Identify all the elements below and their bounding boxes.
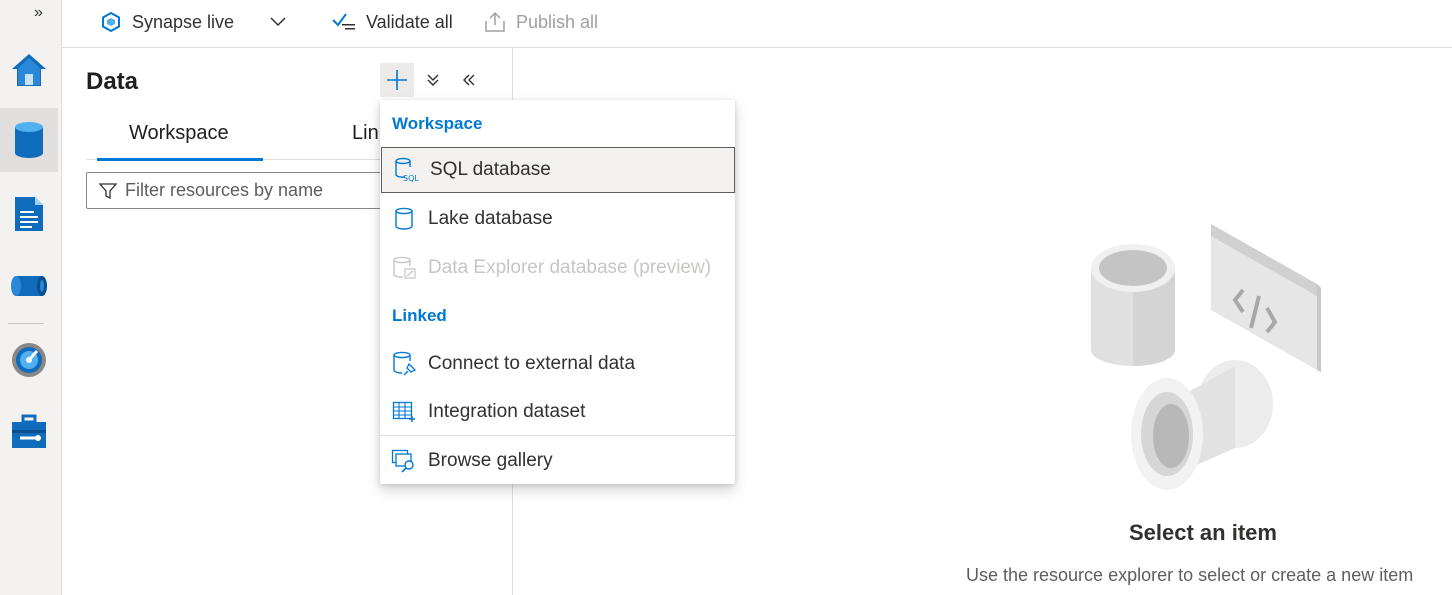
menu-separator [380,435,735,436]
expand-rail-icon[interactable]: » [34,4,52,22]
menu-section-workspace: Workspace [392,114,483,133]
menu-item-label: Integration dataset [428,401,586,422]
menu-item-label: Lake database [428,208,553,229]
synapse-icon [102,11,120,33]
integrate-icon [11,276,47,296]
menu-item-connect-external-data[interactable]: Connect to external data [380,341,735,387]
data-explorer-database-icon [393,256,416,279]
empty-state-title: Select an item [1129,520,1277,545]
validate-all-button[interactable]: Validate all [332,0,453,44]
publish-all-button[interactable]: Publish all [484,0,598,44]
filter-box [86,172,416,209]
double-chevron-left-icon [463,74,475,86]
rail-monitor[interactable] [0,328,58,392]
manage-icon [12,414,46,448]
panel-title: Data [86,68,139,95]
double-chevron-down-icon [427,74,439,86]
code-window-graphic [1211,224,1321,372]
filter-resources-input[interactable] [125,180,405,201]
browse-gallery-icon [391,449,414,473]
svg-text:SQL: SQL [403,174,419,183]
pipeline-graphic [1131,360,1273,490]
plus-icon [387,70,407,90]
rail-home[interactable] [0,38,58,102]
menu-item-label: SQL database [430,159,551,180]
menu-item-label: Connect to external data [428,353,636,374]
menu-item-integration-dataset[interactable]: Integration dataset [380,389,735,435]
workspace-mode-dropdown[interactable]: Synapse live [100,0,286,44]
menu-section-linked: Linked [392,306,447,325]
collapse-panel-button[interactable] [452,63,486,97]
menu-item-sql-database[interactable]: SQL SQL database [381,147,735,193]
top-toolbar: Synapse live Validate all Publish all [62,0,1452,48]
lake-database-icon [395,207,413,230]
menu-item-label: Browse gallery [428,450,553,471]
filter-icon [99,182,117,199]
rail-manage[interactable] [0,400,58,464]
expand-all-button[interactable] [416,63,450,97]
menu-item-data-explorer-database[interactable]: Data Explorer database (preview) [380,245,735,291]
menu-item-label: Data Explorer database (preview) [428,257,712,278]
workspace-mode-label: Synapse live [132,11,235,32]
sql-database-icon: SQL [395,157,419,183]
rail-develop[interactable] [0,182,58,246]
publish-all-label: Publish all [516,11,599,32]
menu-item-browse-gallery[interactable]: Browse gallery [380,438,735,484]
menu-item-lake-database[interactable]: Lake database [380,196,735,242]
data-icon [15,122,43,158]
integration-dataset-icon [392,401,415,422]
database-graphic [1091,244,1175,366]
left-nav-rail: » [0,0,62,595]
add-new-resource-button[interactable] [380,63,414,97]
connect-external-data-icon [393,351,417,376]
rail-data[interactable] [0,108,58,172]
empty-state-subtitle: Use the resource explorer to select or c… [966,565,1414,585]
validate-icon [332,13,355,30]
monitor-icon [12,343,46,377]
rail-integrate[interactable] [0,254,58,318]
validate-all-label: Validate all [366,11,453,32]
develop-icon [15,197,43,231]
home-icon [12,54,46,86]
tab-workspace[interactable]: Workspace [129,122,229,145]
new-resource-menu: Workspace SQL SQL database Lake database [380,100,735,484]
rail-separator [8,323,44,324]
active-tab-indicator [97,158,263,161]
chevron-down-icon [270,17,286,27]
publish-icon [485,11,505,32]
empty-state-illustration [1091,224,1321,490]
